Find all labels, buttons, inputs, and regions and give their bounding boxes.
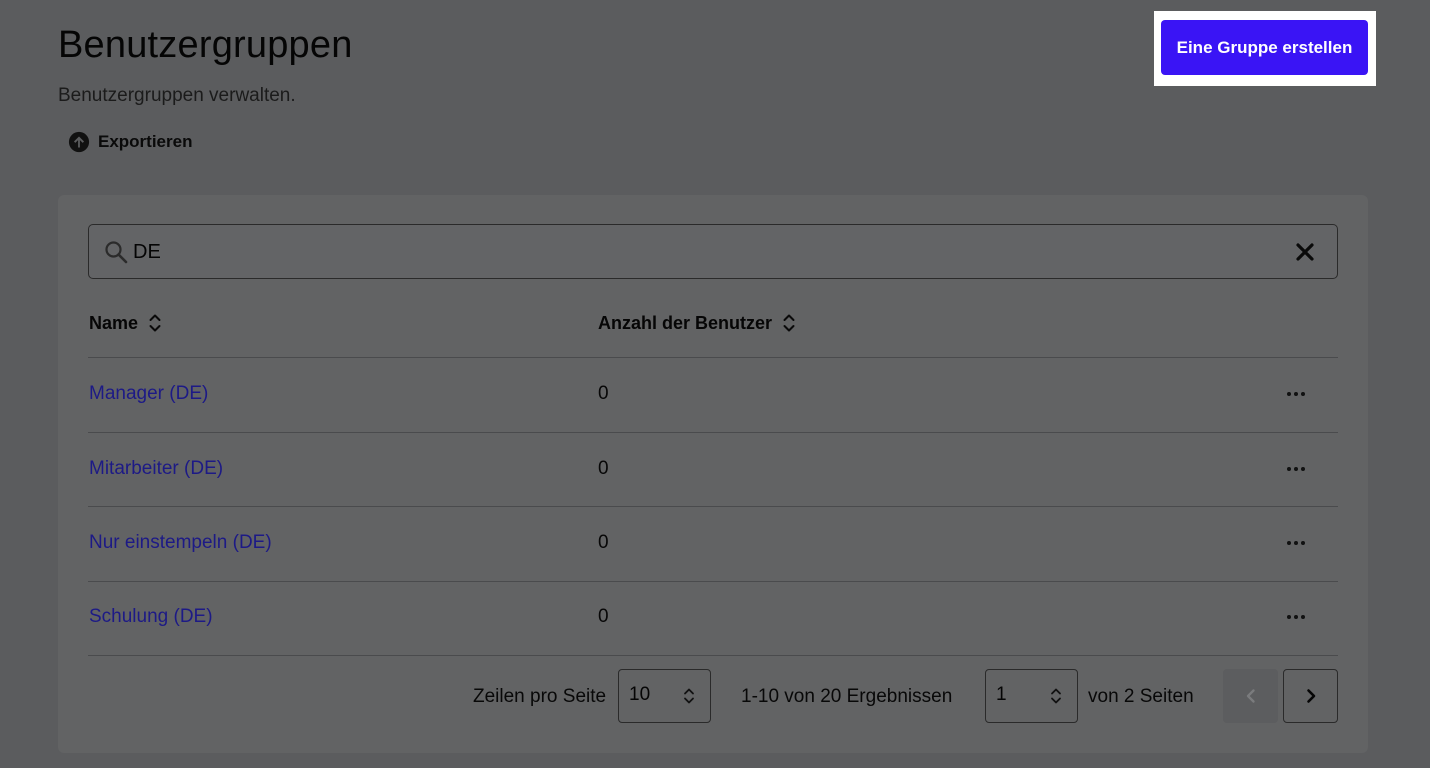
group-name-link[interactable]: Manager (DE) xyxy=(89,383,208,405)
search-input[interactable] xyxy=(133,235,1263,269)
table-row: Manager (DE) 0 xyxy=(88,358,1338,432)
column-header-user-count-label: Anzahl der Benutzer xyxy=(598,312,773,333)
previous-page-button[interactable] xyxy=(1223,669,1278,723)
page-select[interactable]: 1 xyxy=(985,669,1078,723)
chevron-updown-icon xyxy=(684,688,694,704)
rows-per-page-value: 10 xyxy=(629,684,651,705)
rows-per-page-label: Zeilen pro Seite xyxy=(473,686,607,707)
chevron-updown-icon xyxy=(1051,688,1061,704)
column-header-name[interactable]: Name xyxy=(89,312,162,334)
user-count: 0 xyxy=(598,606,609,627)
table-divider xyxy=(88,655,1338,656)
rows-per-page-select[interactable]: 10 xyxy=(618,669,711,723)
more-horizontal-icon[interactable] xyxy=(1284,382,1308,406)
column-header-user-count[interactable]: Anzahl der Benutzer xyxy=(598,312,796,334)
page-title: Benutzergruppen xyxy=(58,24,353,66)
export-label: Exportieren xyxy=(98,132,193,151)
export-button[interactable]: Exportieren xyxy=(68,131,192,153)
create-button-highlight: Eine Gruppe erstellen xyxy=(1154,11,1376,86)
groups-card: Name Anzahl der Benutzer Manager (DE) 0 … xyxy=(58,195,1368,753)
page-subtitle: Benutzergruppen verwalten. xyxy=(58,85,296,106)
column-header-name-label: Name xyxy=(89,312,139,333)
close-icon[interactable] xyxy=(1295,242,1315,262)
chevron-left-icon xyxy=(1246,689,1255,703)
sort-icon xyxy=(783,314,795,332)
table-row: Schulung (DE) 0 xyxy=(88,581,1338,655)
pages-text: von 2 Seiten xyxy=(1088,686,1194,707)
group-name-link[interactable]: Mitarbeiter (DE) xyxy=(89,458,223,480)
group-name-link[interactable]: Nur einstempeln (DE) xyxy=(89,532,272,554)
user-count: 0 xyxy=(598,383,609,404)
next-page-button[interactable] xyxy=(1283,669,1338,723)
more-horizontal-icon[interactable] xyxy=(1284,531,1308,555)
group-name-link[interactable]: Schulung (DE) xyxy=(89,606,213,628)
sort-icon xyxy=(149,314,161,332)
user-count: 0 xyxy=(598,532,609,553)
search-bar xyxy=(88,224,1338,279)
upload-circle-icon xyxy=(68,131,90,153)
user-count: 0 xyxy=(598,458,609,479)
search-icon xyxy=(105,241,128,264)
table-row: Mitarbeiter (DE) 0 xyxy=(88,433,1338,507)
chevron-right-icon xyxy=(1306,689,1315,703)
more-horizontal-icon[interactable] xyxy=(1284,605,1308,629)
results-text: 1-10 von 20 Ergebnissen xyxy=(741,686,953,707)
table-row: Nur einstempeln (DE) 0 xyxy=(88,507,1338,581)
create-group-button[interactable]: Eine Gruppe erstellen xyxy=(1161,20,1368,75)
more-horizontal-icon[interactable] xyxy=(1284,457,1308,481)
page-value: 1 xyxy=(996,684,1007,705)
